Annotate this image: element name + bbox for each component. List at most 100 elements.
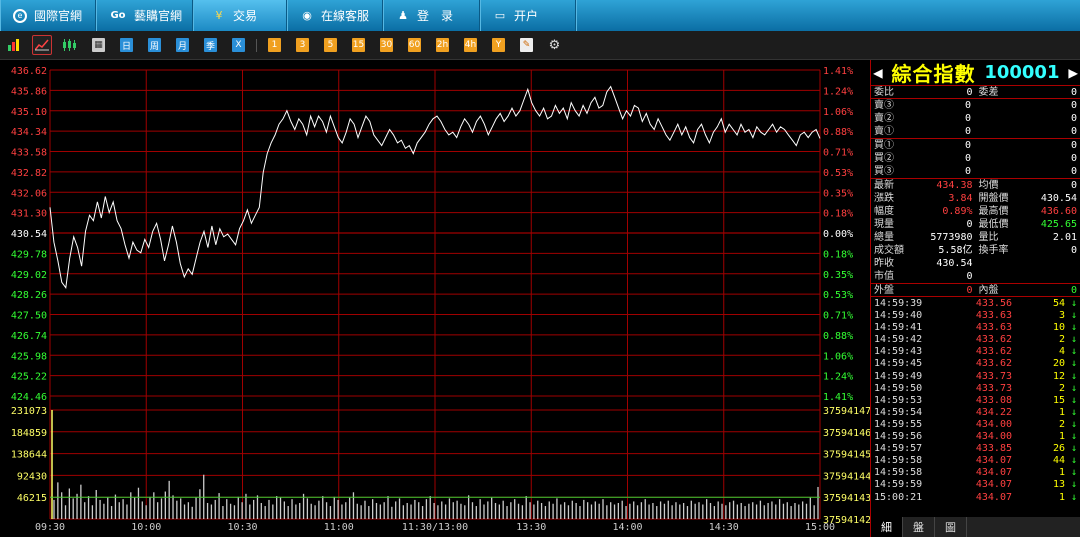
waipan-row: 外盤 0 內盤 0 — [871, 284, 1080, 297]
field-label: 最低價 — [978, 219, 1009, 230]
year-button[interactable]: Y — [492, 38, 505, 52]
tick-price: 434.00 — [975, 418, 1012, 430]
level-volume: 0 — [1070, 140, 1077, 151]
minute-3-button[interactable]: 3 — [296, 38, 309, 52]
time-tick-label: 13:30 — [516, 522, 546, 533]
volume-tick-label: 46215 — [17, 493, 47, 504]
hour-4-button[interactable]: 4h — [464, 38, 477, 52]
price-tick-label: 432.06 — [11, 188, 47, 199]
nav-tab-online-service[interactable]: ◉ 在線客服 — [287, 0, 383, 31]
down-arrow-icon: ↓ — [1070, 431, 1077, 443]
level-price: 0 — [964, 126, 971, 137]
field-label: 成交額 — [874, 245, 904, 256]
nav-tab-open-account[interactable]: ▭ 开户 — [480, 0, 576, 31]
calendar-icon[interactable]: ▦ — [92, 38, 105, 52]
tick-price: 433.63 — [975, 322, 1012, 334]
tick-time: 14:59:42 — [874, 334, 923, 346]
neipan-label: 內盤 — [978, 285, 999, 296]
down-arrow-icon: ↓ — [1070, 394, 1077, 406]
period-month-button[interactable]: 月 — [176, 38, 189, 52]
volume-right-tick-label: 37594145 — [823, 450, 870, 461]
price-tick-label: 434.34 — [11, 127, 47, 138]
nav-tab-trade[interactable]: ¥ 交易 — [193, 0, 287, 31]
tick-volume: 13 — [1052, 479, 1065, 491]
nav-tab-international-site[interactable]: e 國際官網 — [0, 0, 96, 31]
field-value: 434.38 — [936, 180, 973, 191]
minute-label: 60 — [408, 40, 421, 50]
tick-row: 14:59:39 433.56 54 ↓ — [871, 298, 1080, 310]
minute-5-button[interactable]: 5 — [324, 38, 337, 52]
percent-tick-label: 1.06% — [823, 107, 853, 118]
price-tick-label: 427.50 — [11, 311, 47, 322]
percent-tick-label: 0.88% — [823, 331, 853, 342]
field-label: 最高價 — [978, 206, 1009, 217]
nav-filler — [576, 0, 1080, 31]
tick-row: 14:59:55 434.00 2 ↓ — [871, 419, 1080, 431]
minute-label: Y — [495, 40, 502, 50]
yen-icon: ¥ — [215, 9, 223, 22]
period-week-button[interactable]: 周 — [148, 38, 161, 52]
tick-list[interactable]: 14:59:39 433.56 54 ↓ 14:59:40 433.63 3 ↓ 14:59:4… — [871, 297, 1080, 504]
weibi-label: 委比 — [874, 87, 894, 98]
nav-label: 在線客服 — [321, 9, 370, 23]
percent-tick-label: 0.71% — [823, 148, 853, 159]
period-season-button[interactable]: 季 — [204, 38, 217, 52]
minute-30-button[interactable]: 30 — [380, 38, 393, 52]
sell-level-row: 賣① 0 0 — [871, 125, 1080, 138]
eye-icon: ◉ — [302, 9, 312, 22]
field-label: 漲跌 — [874, 193, 894, 204]
percent-tick-label: 0.71% — [823, 311, 853, 322]
percent-tick-label: 1.06% — [823, 351, 853, 362]
level-volume: 0 — [1070, 166, 1077, 177]
tick-row: 14:59:43 433.62 4 ↓ — [871, 346, 1080, 358]
period-label: 日 — [121, 41, 131, 52]
tick-row: 14:59:58 434.07 1 ↓ — [871, 467, 1080, 479]
tick-price: 433.08 — [975, 394, 1012, 406]
tick-time: 14:59:41 — [874, 322, 923, 334]
level-price: 0 — [964, 100, 971, 111]
tick-time: 14:59:49 — [874, 370, 923, 382]
user-icon: ♟ — [398, 9, 408, 22]
tick-volume: 1 — [1058, 491, 1065, 503]
minute-15-button[interactable]: 15 — [352, 38, 365, 52]
volume-right-tick-label: 37594143 — [823, 493, 870, 504]
prev-arrow-icon[interactable]: ◀ — [873, 63, 883, 82]
tick-time: 14:59:58 — [874, 455, 923, 467]
tab-detail[interactable]: 細 — [871, 517, 903, 537]
tick-time: 14:59:54 — [874, 406, 923, 418]
period-label: X — [235, 40, 242, 50]
tick-volume: 2 — [1058, 382, 1065, 394]
bar-chart-icon[interactable] — [8, 38, 21, 52]
next-arrow-icon[interactable]: ▶ — [1068, 63, 1078, 82]
minute-label: 3 — [299, 40, 306, 50]
candlestick-icon[interactable] — [62, 38, 78, 52]
draw-tool-icon[interactable]: ✎ — [520, 38, 533, 52]
tick-time: 14:59:43 — [874, 346, 923, 358]
tab-chart[interactable]: 圖 — [935, 517, 967, 537]
price-tick-label: 424.46 — [11, 392, 47, 403]
level-volume: 0 — [1070, 113, 1077, 124]
time-tick-label: 09:30 — [35, 522, 65, 533]
stat-row: 總量 5773980 量比 2.01 — [871, 231, 1080, 244]
price-tick-label: 429.78 — [11, 249, 47, 260]
nav-tab-art-shop-site[interactable]: Go 藝購官網 — [96, 0, 193, 31]
level-price: 0 — [964, 153, 971, 164]
field-value: 430.54 — [936, 258, 973, 269]
minute-1-button[interactable]: 1 — [268, 38, 281, 52]
tick-row: 14:59:49 433.73 12 ↓ — [871, 371, 1080, 383]
tick-volume: 3 — [1058, 310, 1065, 322]
tab-book[interactable]: 盤 — [903, 517, 935, 537]
field-label: 總量 — [874, 232, 894, 243]
go-icon: Go — [110, 10, 126, 21]
nav-tab-login[interactable]: ♟ 登 录 — [383, 0, 480, 31]
hour-2-button[interactable]: 2h — [436, 38, 449, 52]
gear-icon[interactable]: ⚙ — [548, 38, 561, 53]
tick-volume: 44 — [1052, 455, 1065, 467]
period-x-button[interactable]: X — [232, 38, 245, 52]
tick-price: 433.73 — [975, 370, 1012, 382]
line-chart-icon[interactable] — [32, 35, 52, 55]
minute-60-button[interactable]: 60 — [408, 38, 421, 52]
period-day-button[interactable]: 日 — [120, 38, 133, 52]
level-volume: 0 — [1070, 126, 1077, 137]
down-arrow-icon: ↓ — [1070, 491, 1077, 503]
